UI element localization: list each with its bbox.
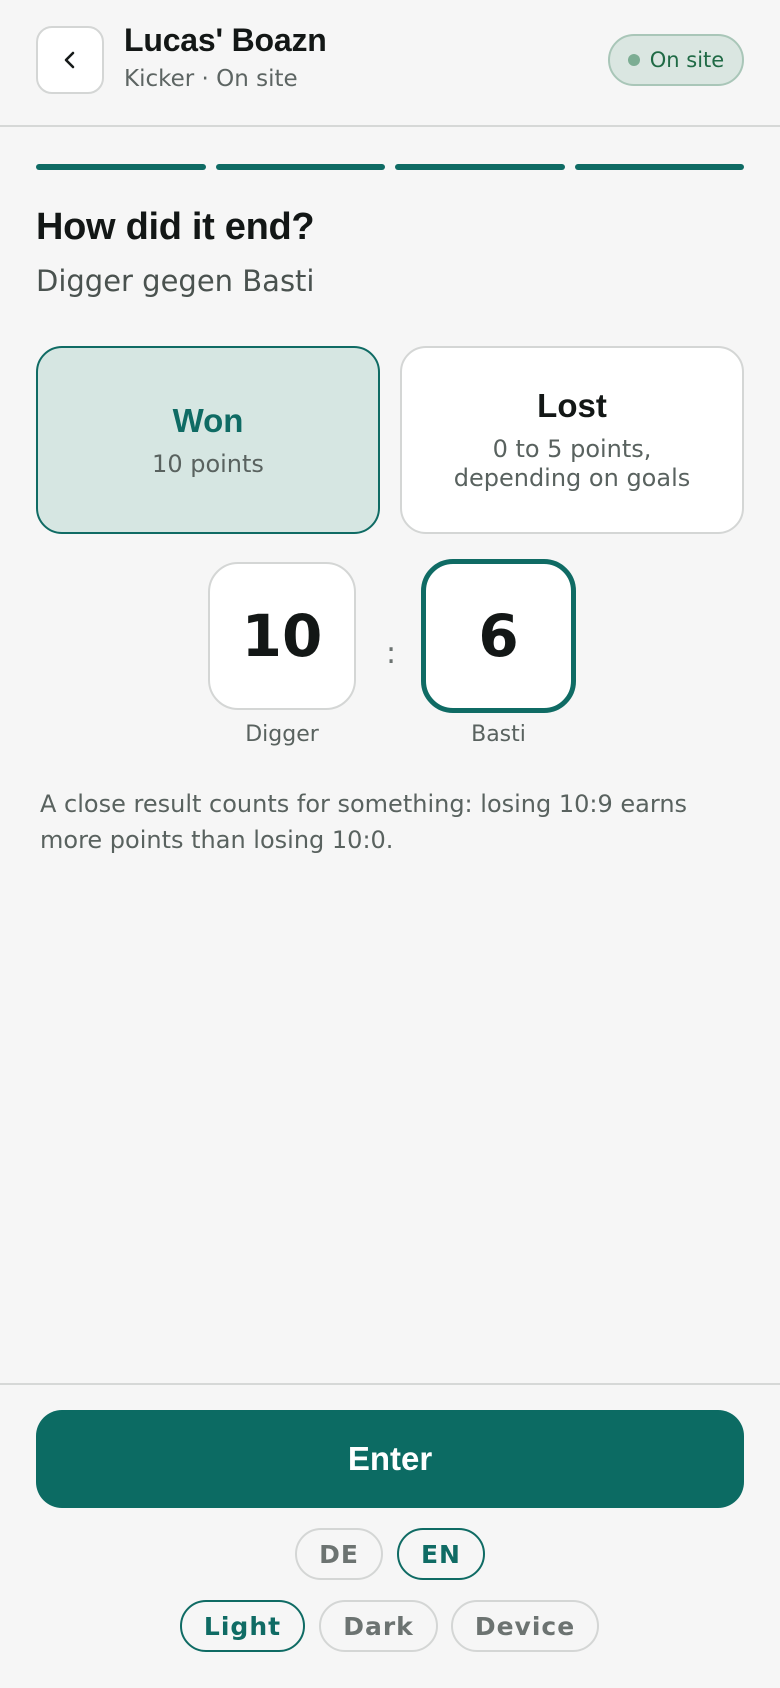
score-separator: :: [385, 636, 397, 671]
status-badge-label: On site: [649, 48, 725, 72]
outcome-lost-option[interactable]: Lost 0 to 5 points, depending on goals: [400, 346, 744, 534]
home-player-label: Digger: [245, 722, 319, 747]
chevron-left-icon: [63, 50, 77, 70]
progress-step-2: [215, 164, 385, 170]
language-de-chip[interactable]: DE: [295, 1528, 383, 1580]
progress-step-4: [574, 164, 744, 170]
outcome-won-description: 10 points: [152, 449, 264, 478]
theme-dark-chip[interactable]: Dark: [319, 1600, 438, 1652]
outcome-won-title: Won: [172, 401, 244, 439]
outcome-lost-title: Lost: [537, 387, 607, 424]
step-progress: [36, 164, 744, 170]
theme-device-chip[interactable]: Device: [451, 1600, 599, 1652]
progress-step-3: [395, 164, 565, 170]
page-title: Lucas' Boazn: [124, 22, 327, 58]
outcome-lost-description: 0 to 5 points, depending on goals: [453, 435, 691, 492]
status-badge: On site: [608, 34, 744, 86]
question-heading: How did it end?: [36, 206, 315, 248]
status-dot-icon: [627, 54, 640, 66]
progress-step-1: [36, 164, 206, 170]
page-subtitle: Kicker · On site: [124, 66, 298, 92]
outcome-won-option[interactable]: Won 10 points: [36, 346, 380, 534]
matchup-text: Digger gegen Basti: [36, 264, 315, 298]
home-score-input[interactable]: 10: [208, 562, 356, 710]
away-score-input[interactable]: 6: [421, 559, 576, 713]
app-header: Lucas' Boazn Kicker · On site On site: [0, 0, 780, 127]
scoring-hint: A close result counts for something: los…: [40, 790, 688, 854]
theme-light-chip[interactable]: Light: [180, 1600, 305, 1652]
enter-button[interactable]: Enter: [36, 1410, 744, 1508]
away-player-label: Basti: [471, 722, 526, 747]
language-en-chip[interactable]: EN: [397, 1528, 485, 1580]
back-button[interactable]: [36, 26, 104, 94]
footer-divider: [0, 1383, 780, 1385]
